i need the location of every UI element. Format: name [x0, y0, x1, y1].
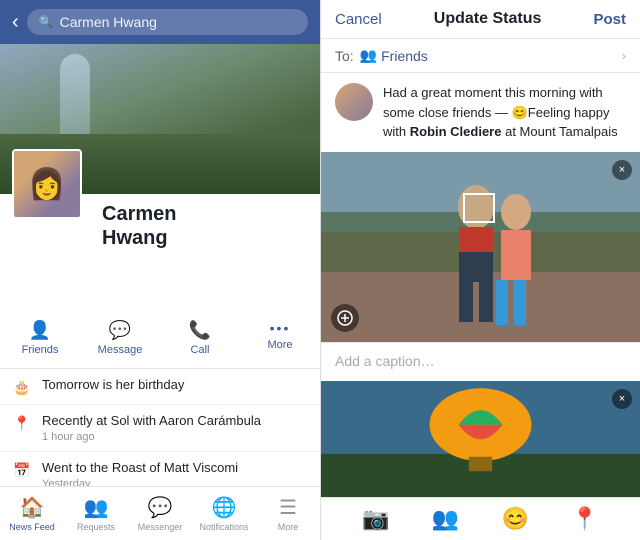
call-button[interactable]: 📞 Call: [160, 316, 240, 360]
avatar: 👩: [12, 149, 82, 219]
nav-messenger[interactable]: 💬 Messenger: [128, 493, 192, 534]
call-icon: 📞: [189, 320, 211, 341]
news-feed-icon: 🏠: [20, 495, 45, 520]
audience-chevron-icon: ›: [622, 49, 626, 63]
friends-icon: 👤: [29, 320, 51, 341]
photo-tag-button[interactable]: [331, 304, 359, 332]
caption-area[interactable]: Add a caption…: [321, 342, 640, 381]
location-text: Recently at Sol with Aaron Carámbula: [42, 413, 261, 430]
call-label: Call: [191, 344, 210, 356]
more-label: More: [267, 339, 292, 351]
to-label: To:: [335, 48, 354, 64]
second-attachment: ×: [321, 381, 640, 498]
event-item: 📅 Went to the Roast of Matt Viscomi Yest…: [0, 452, 320, 486]
cancel-button[interactable]: Cancel: [335, 11, 382, 28]
more-nav-icon: ☰: [279, 495, 297, 520]
event-icon: 📅: [12, 462, 32, 479]
birthday-text: Tomorrow is her birthday: [42, 377, 184, 394]
composer-avatar: [335, 83, 373, 121]
info-list: 🎂 Tomorrow is her birthday 📍 Recently at…: [0, 369, 320, 486]
search-icon: 🔍: [39, 15, 54, 29]
back-button[interactable]: ‹: [12, 11, 19, 34]
action-buttons: 👤 Friends 💬 Message 📞 Call ••• More: [0, 308, 320, 369]
requests-icon: 👥: [84, 495, 109, 520]
friends-button[interactable]: 👤 Friends: [0, 316, 80, 360]
avatar-image: 👩: [14, 151, 80, 217]
photo-background: [321, 152, 640, 342]
profile-name: Carmen Hwang: [102, 194, 308, 250]
news-feed-label: News Feed: [9, 522, 55, 532]
tag-icon: [337, 310, 353, 326]
location-subtext: 1 hour ago: [42, 431, 261, 443]
requests-label: Requests: [77, 522, 115, 532]
location-item: 📍 Recently at Sol with Aaron Carámbula 1…: [0, 405, 320, 452]
nav-news-feed[interactable]: 🏠 News Feed: [0, 493, 64, 534]
location-icon: 📍: [12, 415, 32, 432]
message-label: Message: [98, 344, 143, 356]
compose-text-after: at Mount Tamalpais: [501, 124, 617, 139]
left-panel: ‹ 🔍 Carmen Hwang 👩 Carmen Hwang 👤 Friend…: [0, 0, 320, 540]
messenger-label: Messenger: [138, 522, 183, 532]
compose-toolbar: 📷 👥 😊 📍: [321, 497, 640, 540]
friends-audience-icon: 👥: [360, 47, 377, 64]
event-subtext: Yesterday: [42, 478, 238, 486]
tagged-person: Robin Clediere: [410, 124, 502, 139]
profile-header: ‹ 🔍 Carmen Hwang: [0, 0, 320, 44]
nav-notifications[interactable]: 🌐 Notifications: [192, 493, 256, 534]
message-button[interactable]: 💬 Message: [80, 316, 160, 360]
birthday-icon: 🎂: [12, 379, 32, 396]
search-bar[interactable]: 🔍 Carmen Hwang: [27, 9, 308, 35]
photo-scene: [321, 152, 640, 342]
photo-close-button[interactable]: ×: [612, 160, 632, 180]
more-icon: •••: [270, 320, 291, 336]
more-nav-label: More: [278, 522, 299, 532]
notifications-icon: 🌐: [212, 495, 237, 520]
birthday-item: 🎂 Tomorrow is her birthday: [0, 369, 320, 405]
location-toolbar-icon[interactable]: 📍: [571, 506, 598, 532]
caption-placeholder: Add a caption…: [335, 353, 435, 369]
emoji-toolbar-icon[interactable]: 😊: [502, 506, 529, 532]
second-attachment-close[interactable]: ×: [612, 389, 632, 409]
update-status-title: Update Status: [434, 10, 542, 28]
profile-section: 👩 Carmen Hwang: [0, 194, 320, 258]
nav-requests[interactable]: 👥 Requests: [64, 493, 128, 534]
bottom-navigation: 🏠 News Feed 👥 Requests 💬 Messenger 🌐 Not…: [0, 486, 320, 540]
more-button[interactable]: ••• More: [240, 316, 320, 360]
right-panel: Cancel Update Status Post To: 👥 Friends …: [320, 0, 640, 540]
compose-text[interactable]: Had a great moment this morning with som…: [383, 83, 626, 142]
photo-attachment: ×: [321, 152, 640, 342]
compose-area: Had a great moment this morning with som…: [321, 73, 640, 152]
event-text: Went to the Roast of Matt Viscomi: [42, 460, 238, 477]
messenger-icon: 💬: [148, 495, 173, 520]
notifications-label: Notifications: [199, 522, 248, 532]
audience-selector[interactable]: To: 👥 Friends ›: [321, 39, 640, 73]
message-icon: 💬: [109, 320, 131, 341]
post-button[interactable]: Post: [593, 11, 626, 28]
search-query: Carmen Hwang: [60, 14, 157, 30]
nav-more[interactable]: ☰ More: [256, 493, 320, 534]
camera-toolbar-icon[interactable]: 📷: [362, 506, 389, 532]
balloon-scene: [321, 381, 640, 498]
friends-label: Friends: [22, 344, 59, 356]
update-status-header: Cancel Update Status Post: [321, 0, 640, 39]
tag-toolbar-icon[interactable]: 👥: [432, 506, 459, 532]
audience-value: Friends: [381, 48, 622, 64]
